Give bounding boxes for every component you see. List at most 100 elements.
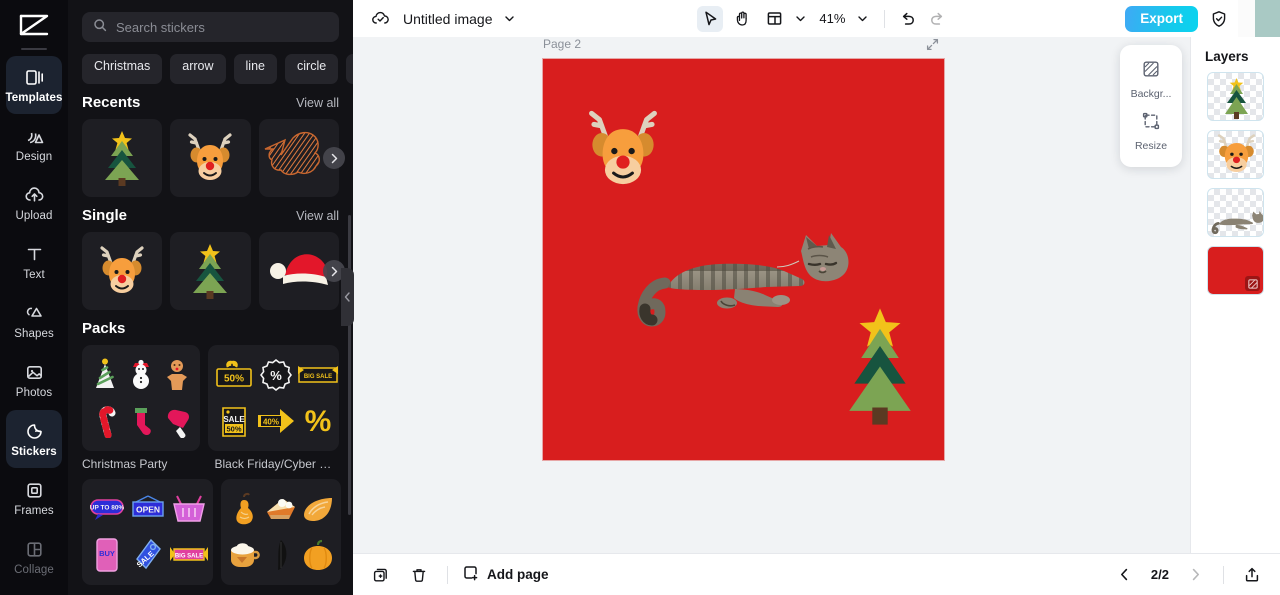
chevron-down-icon[interactable] bbox=[497, 6, 523, 32]
panel-collapse-handle[interactable] bbox=[341, 268, 354, 326]
prev-page-button[interactable] bbox=[1111, 561, 1139, 589]
delete-page-button[interactable] bbox=[405, 561, 433, 589]
layer-item-background[interactable] bbox=[1207, 246, 1264, 295]
chip-christmas[interactable]: Christmas bbox=[82, 54, 163, 84]
sidebar-item-label: Upload bbox=[15, 210, 53, 222]
select-tool[interactable] bbox=[697, 5, 724, 32]
svg-text:50%: 50% bbox=[226, 425, 241, 434]
layout-caret-icon[interactable] bbox=[787, 6, 813, 32]
background-icon bbox=[1142, 60, 1160, 83]
sidebar-item-collage[interactable]: Collage bbox=[6, 528, 62, 586]
recents-next-arrow[interactable] bbox=[323, 147, 345, 169]
zoom-level[interactable]: 41% bbox=[819, 11, 845, 26]
canvas-cat-photo[interactable] bbox=[623, 231, 853, 336]
sticker-tile-christmas-tree[interactable] bbox=[82, 119, 163, 197]
pack-black-friday[interactable]: 50% % BIG SALE SALE 50% 40% % bbox=[208, 345, 339, 451]
undo-button[interactable] bbox=[894, 6, 920, 32]
canvas-page[interactable] bbox=[543, 59, 944, 460]
export-button[interactable]: Export bbox=[1125, 5, 1199, 32]
chip-arrow[interactable]: arrow bbox=[170, 54, 226, 84]
latte-mug-icon bbox=[227, 534, 261, 576]
open-sign-icon: OPEN bbox=[128, 488, 168, 530]
sidebar-item-shapes[interactable]: Shapes bbox=[6, 292, 62, 350]
templates-icon bbox=[23, 66, 45, 88]
pack-christmas-party[interactable] bbox=[82, 345, 200, 451]
zoom-caret-icon[interactable] bbox=[849, 6, 875, 32]
layer-item-reindeer[interactable] bbox=[1207, 130, 1264, 179]
packs-row-1: 50% % BIG SALE SALE 50% 40% % bbox=[68, 345, 353, 451]
search-tag-chips[interactable]: Christmas arrow line circle bbox=[68, 42, 353, 84]
canvas-area[interactable]: Page 2 bbox=[353, 37, 1190, 553]
capcut-editor-window: Templates Design Upload Text Shapes Phot… bbox=[0, 0, 1280, 595]
bottom-toolbar: Add page 2/2 bbox=[353, 553, 1280, 595]
svg-text:OPEN: OPEN bbox=[136, 505, 160, 515]
svg-text:50%: 50% bbox=[224, 374, 244, 385]
duplicate-page-button[interactable] bbox=[367, 561, 395, 589]
layer-item-cat[interactable] bbox=[1207, 188, 1264, 237]
big-sale-banner-icon: BIG SALE bbox=[298, 354, 338, 396]
buy-phone-icon: BUY bbox=[88, 534, 126, 576]
layout-tool[interactable] bbox=[761, 6, 787, 32]
sidebar-item-design[interactable]: Design bbox=[6, 115, 62, 173]
layers-title: Layers bbox=[1205, 49, 1249, 64]
expand-page-icon[interactable] bbox=[926, 38, 939, 56]
packs-labels-row-1: Christmas Party Black Friday/Cyber Mon..… bbox=[68, 451, 353, 471]
pack-shopping[interactable]: UP TO 80% OPEN BUY SALE BIG SALE bbox=[82, 479, 213, 585]
svg-text:BIG SALE: BIG SALE bbox=[304, 374, 332, 380]
redo-button[interactable] bbox=[924, 6, 950, 32]
search-input[interactable]: Search stickers bbox=[82, 12, 339, 42]
next-page-button[interactable] bbox=[1181, 561, 1209, 589]
layer-item-christmas-tree[interactable] bbox=[1207, 72, 1264, 121]
svg-text:SALE: SALE bbox=[223, 415, 245, 424]
recents-tiles bbox=[68, 119, 353, 197]
stocking-icon bbox=[124, 400, 158, 442]
canvas-christmas-tree-sticker[interactable] bbox=[839, 304, 921, 429]
mitten-icon bbox=[160, 400, 194, 442]
cloud-saved-icon[interactable] bbox=[367, 6, 393, 32]
sidebar-item-upload[interactable]: Upload bbox=[6, 174, 62, 232]
shapes-icon bbox=[23, 302, 45, 324]
sticker-tile-christmas-tree-single[interactable] bbox=[170, 232, 251, 310]
sticker-tile-reindeer-single[interactable] bbox=[82, 232, 163, 310]
reindeer-sticker bbox=[100, 246, 144, 293]
resize-button[interactable]: Resize bbox=[1120, 106, 1182, 158]
add-page-button[interactable]: Add page bbox=[462, 564, 549, 585]
sidebar-item-stickers[interactable]: Stickers bbox=[6, 410, 62, 468]
hand-tool[interactable] bbox=[729, 6, 755, 32]
layers-panel: Layers bbox=[1190, 37, 1280, 553]
percent-badge-icon: % bbox=[256, 354, 296, 396]
sidebar-item-templates[interactable]: Templates bbox=[6, 56, 62, 114]
sticker-tile-reindeer[interactable] bbox=[170, 119, 251, 197]
upload-cloud-icon bbox=[23, 184, 45, 206]
background-button[interactable]: Backgr... bbox=[1120, 54, 1182, 106]
single-view-all[interactable]: View all bbox=[296, 209, 339, 223]
single-section-header: Single View all bbox=[68, 197, 353, 232]
pack-label: Black Friday/Cyber Mon... bbox=[214, 457, 340, 471]
background-icon bbox=[1245, 276, 1260, 291]
pack-autumn[interactable] bbox=[221, 479, 341, 585]
chip-circle[interactable]: circle bbox=[285, 54, 339, 84]
document-title[interactable]: Untitled image bbox=[403, 11, 493, 27]
bottom-divider-2 bbox=[1223, 565, 1224, 584]
recents-view-all[interactable]: View all bbox=[296, 96, 339, 110]
avatar[interactable] bbox=[1238, 0, 1280, 37]
search-placeholder: Search stickers bbox=[116, 19, 205, 35]
chip-line[interactable]: line bbox=[233, 54, 277, 84]
candy-cane-icon bbox=[88, 400, 122, 442]
sidebar-item-photos[interactable]: Photos bbox=[6, 351, 62, 409]
shield-check-icon[interactable] bbox=[1206, 6, 1232, 32]
sidebar-item-text[interactable]: Text bbox=[6, 233, 62, 291]
stickers-panel: Search stickers Christmas arrow line cir… bbox=[68, 0, 353, 595]
svg-text:40%: 40% bbox=[263, 418, 279, 427]
chip-overflow[interactable] bbox=[346, 54, 353, 84]
sidebar-item-label: Frames bbox=[14, 505, 54, 517]
sale-price-tag-icon: SALE bbox=[128, 534, 168, 576]
recents-section-header: Recents View all bbox=[68, 84, 353, 119]
capcut-logo-icon[interactable] bbox=[13, 6, 55, 44]
sidebar-item-label: Shapes bbox=[14, 328, 54, 340]
canvas-reindeer-sticker[interactable] bbox=[579, 97, 667, 202]
export-page-button[interactable] bbox=[1238, 561, 1266, 589]
panel-scrollbar[interactable] bbox=[348, 215, 351, 515]
reindeer-sticker bbox=[188, 133, 233, 180]
sidebar-item-frames[interactable]: Frames bbox=[6, 469, 62, 527]
